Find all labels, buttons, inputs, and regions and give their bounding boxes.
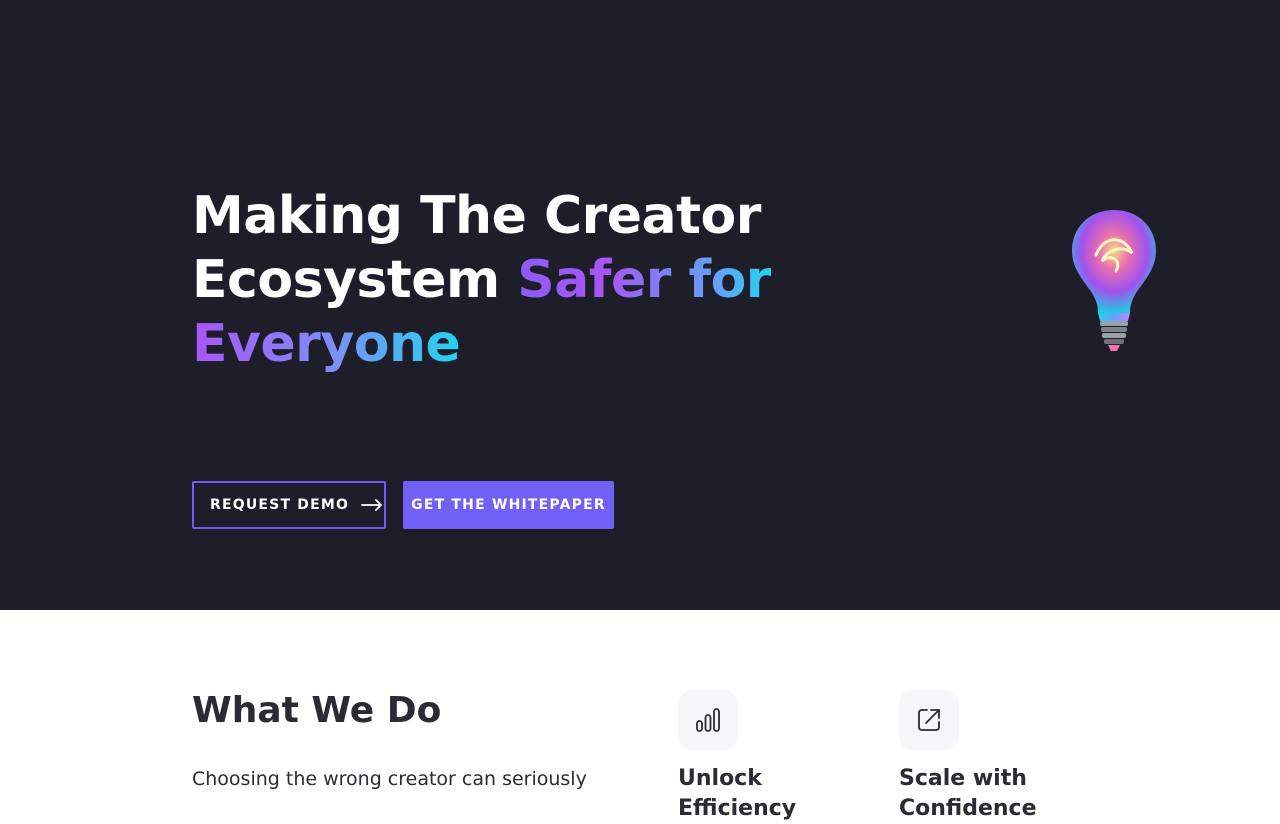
what-we-do-section: What We Do Choosing the wrong creator ca… [0, 610, 1280, 821]
feature-title-scale: Scale with Confidence [899, 766, 1037, 821]
feature-title-unlock: Unlock Efficiency [678, 766, 797, 821]
hero-title-line2: Ecosystem [192, 250, 518, 310]
external-link-icon [899, 690, 959, 750]
what-we-do-title: What We Do [192, 690, 442, 731]
get-whitepaper-button[interactable]: GET THE WHITEPAPER [403, 481, 614, 529]
bar-chart-icon [678, 690, 738, 750]
hero-title-accent: Safer for [517, 250, 771, 310]
hero-section: Making The Creator Ecosystem Safer for E… [0, 0, 1280, 610]
hero-title-accent-2: Everyone [192, 314, 461, 374]
request-demo-label: REQUEST DEMO [210, 497, 350, 513]
hero-title: Making The Creator Ecosystem Safer for E… [192, 184, 792, 376]
lightbulb-image [1062, 205, 1166, 355]
arrow-right-icon [361, 499, 383, 511]
get-whitepaper-label: GET THE WHITEPAPER [411, 497, 606, 513]
hero-title-line1: Making The Creator [192, 186, 761, 246]
what-we-do-text: Choosing the wrong creator can seriously [192, 768, 587, 790]
request-demo-button[interactable]: REQUEST DEMO [192, 481, 386, 529]
